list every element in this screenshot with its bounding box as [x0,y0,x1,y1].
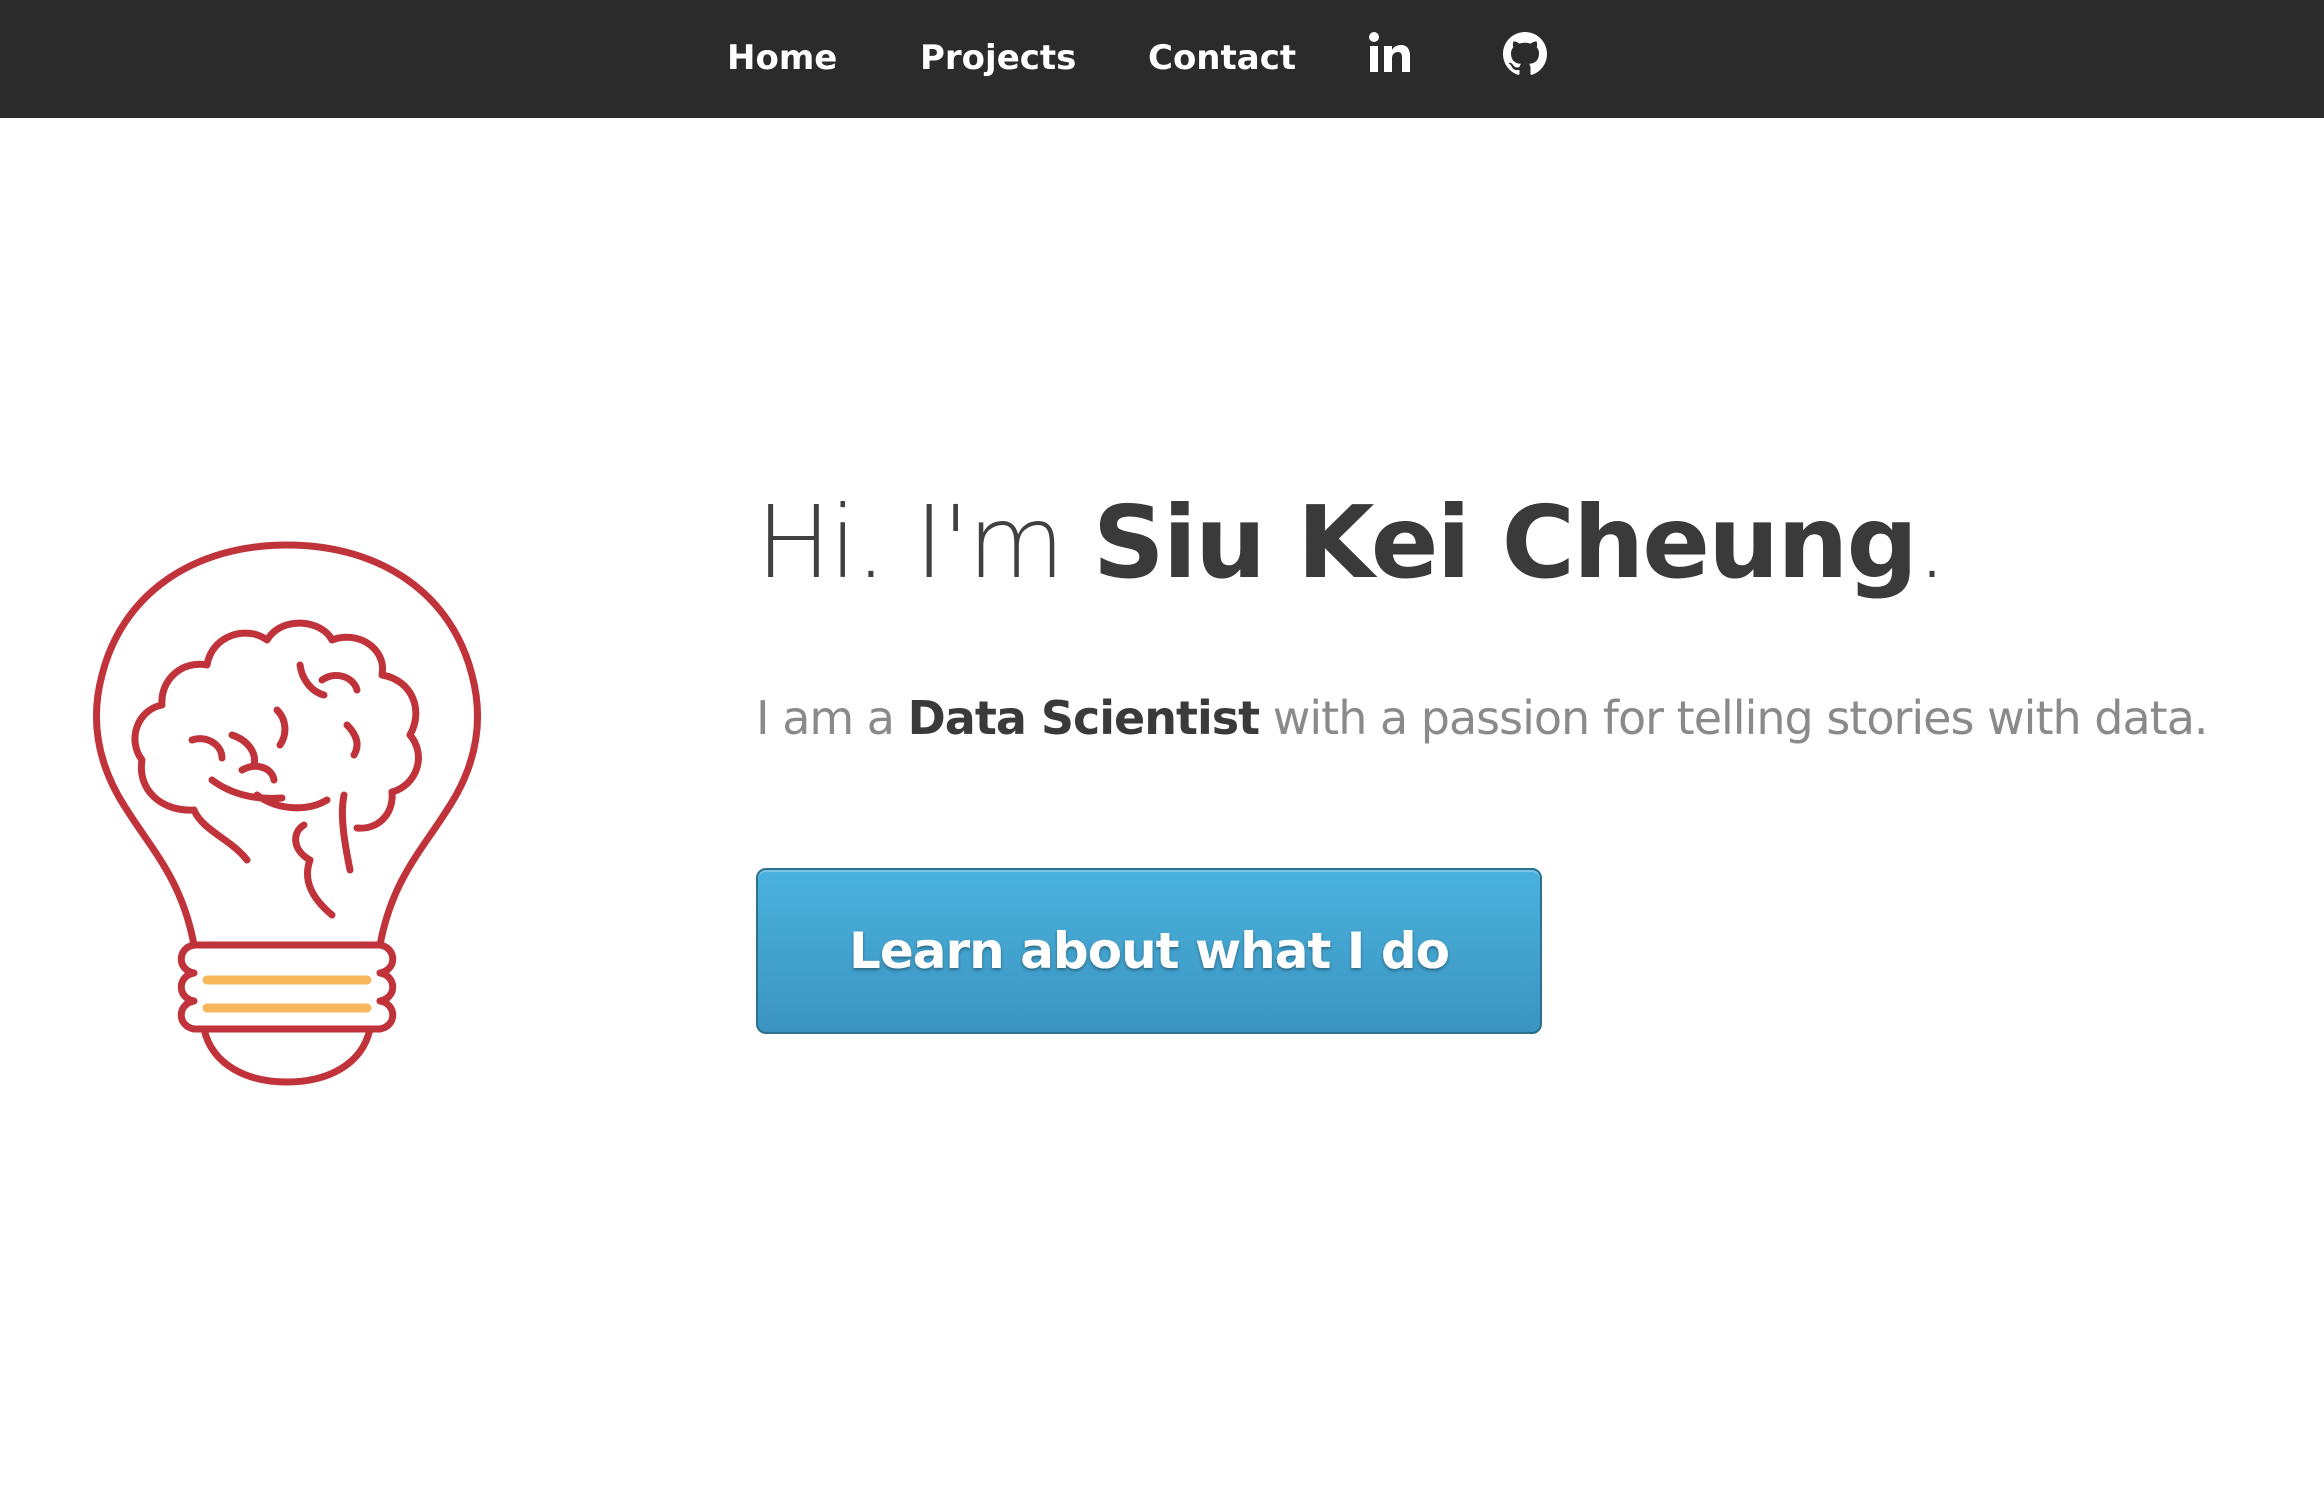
github-icon[interactable] [1497,26,1553,82]
hero-tagline: I am a Data Scientist with a passion for… [756,686,2209,750]
learn-more-button[interactable]: Learn about what I do [756,868,1542,1034]
headline-suffix: . [1916,484,1948,601]
tagline-prefix: I am a [756,691,908,745]
top-navigation-bar: Home Projects Contact [0,0,2324,118]
hero-headline: Hi. I'm Siu Kei Cheung. [756,468,1948,618]
tagline-role: Data Scientist [907,691,1261,745]
lightbulb-outline [92,541,482,1086]
lightbulb-brain-illustration [92,541,482,1086]
nav-link-contact[interactable]: Contact [1148,34,1296,82]
nav-link-projects[interactable]: Projects [920,34,1076,82]
nav-link-home[interactable]: Home [727,34,837,82]
tagline-suffix: with a passion for telling stories with … [1259,691,2209,745]
bulb-base-lines [202,975,372,1013]
headline-name: Siu Kei Cheung [1092,484,1918,601]
headline-greeting: Hi. I'm [756,484,1093,601]
linkedin-icon[interactable] [1362,26,1418,82]
